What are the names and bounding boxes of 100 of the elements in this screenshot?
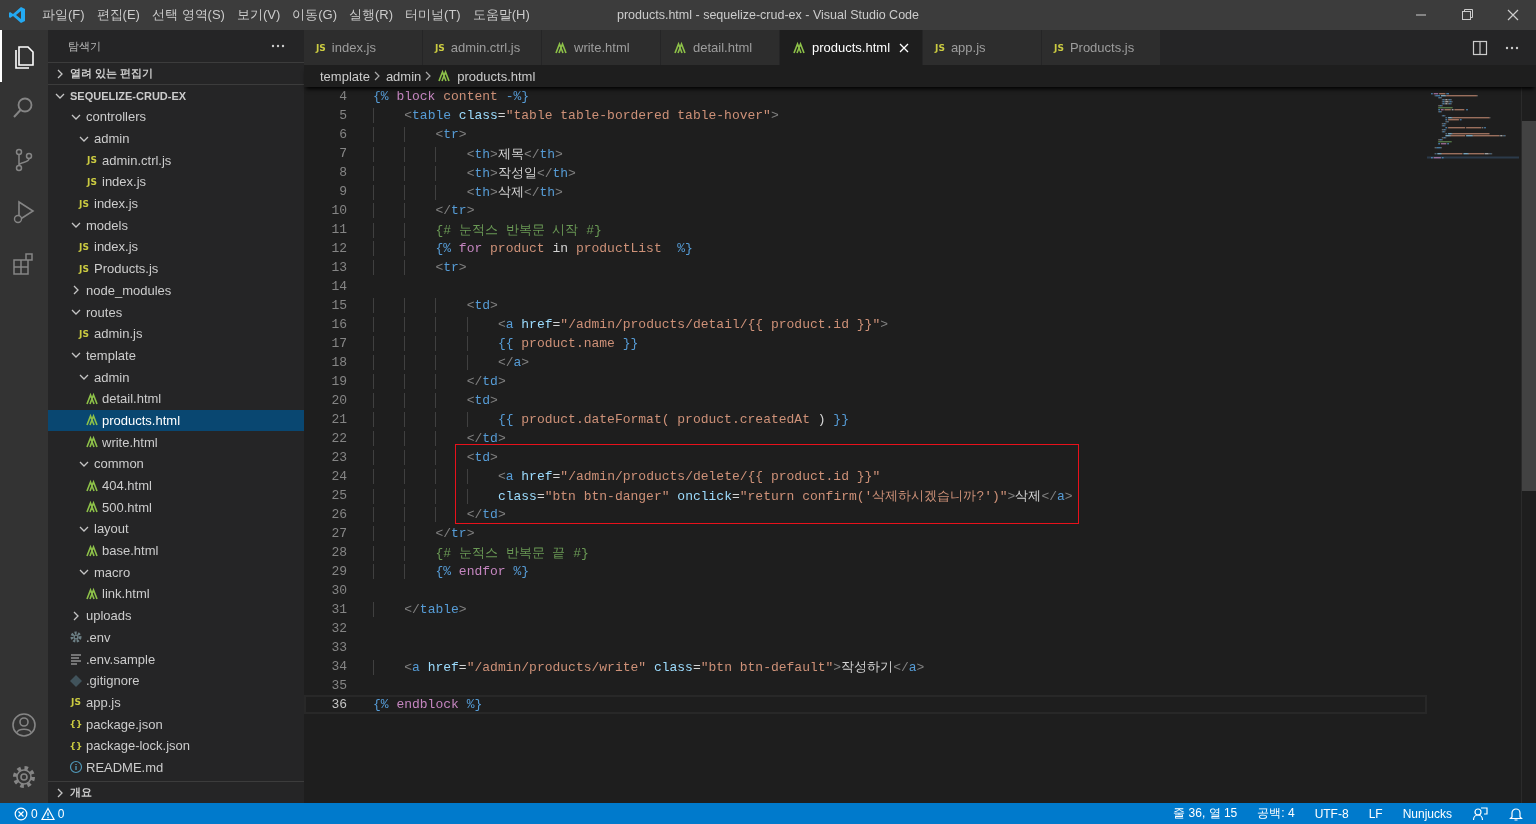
tree-item[interactable]: {} package.json bbox=[48, 713, 304, 735]
tree-item[interactable]: .gitignore bbox=[48, 669, 304, 692]
tree-item[interactable]: layout bbox=[48, 518, 304, 540]
menu-item[interactable]: 실행(R) bbox=[343, 0, 400, 30]
menu-item[interactable]: 파일(F) bbox=[36, 0, 91, 30]
code-line: <th>작성일</th> bbox=[373, 163, 576, 182]
tree-item[interactable]: JS app.js bbox=[48, 691, 304, 714]
tree-item[interactable]: 404.html bbox=[48, 474, 304, 497]
code-line: <table class="table table-bordered table-hover"> bbox=[373, 108, 779, 123]
editor-tab[interactable]: JS index.js bbox=[304, 30, 423, 65]
line-number: 28 bbox=[330, 545, 347, 560]
panel-title: 탐색기 bbox=[68, 38, 101, 54]
line-number: 35 bbox=[330, 678, 347, 693]
breadcrumb-item[interactable]: admin bbox=[385, 68, 422, 84]
status-item[interactable]: 공백: 4 bbox=[1257, 805, 1295, 822]
tree-item[interactable]: JS index.js bbox=[48, 236, 304, 258]
settings-icon[interactable] bbox=[10, 763, 38, 791]
window-title: products.html - sequelize-crud-ex - Visual Studio Code bbox=[617, 8, 919, 22]
code-line: <th>제목</th> bbox=[373, 144, 563, 163]
menu-item[interactable]: 선택 영역(S) bbox=[145, 0, 231, 30]
editor-tab[interactable]: products.html bbox=[780, 30, 924, 65]
line-number: 21 bbox=[330, 412, 347, 427]
tree-item[interactable]: .env bbox=[48, 626, 304, 649]
tree-item[interactable]: routes bbox=[48, 301, 304, 323]
status-count[interactable]: 0 bbox=[31, 806, 38, 821]
app-logo-icon bbox=[8, 6, 26, 24]
editor-tab[interactable]: JS app.js bbox=[923, 30, 1043, 65]
caret-pair-icon bbox=[85, 543, 99, 558]
breadcrumb-item[interactable]: products.html bbox=[437, 68, 536, 84]
tree-item[interactable]: JS admin.ctrl.js bbox=[48, 149, 304, 172]
code-line: {# 눈적스 반복문 시작 #} bbox=[373, 220, 602, 239]
tree-item[interactable]: admin bbox=[48, 366, 304, 388]
file-type-icon: JS bbox=[79, 197, 89, 210]
caret-pair-icon bbox=[85, 391, 99, 406]
scrollbar-thumb[interactable] bbox=[1522, 121, 1536, 491]
line-number: 27 bbox=[330, 526, 347, 541]
tree-item[interactable]: uploads bbox=[48, 604, 304, 627]
tree-item[interactable]: products.html bbox=[48, 409, 304, 432]
gear-icon bbox=[69, 630, 83, 645]
tree-item[interactable]: {} package-lock.json bbox=[48, 734, 304, 757]
code-line: </tr> bbox=[373, 526, 475, 541]
code-line: {% for product in productList %} bbox=[373, 241, 693, 256]
code-line: <a href="/admin/products/write" class="btn btn-default">작성하기</a> bbox=[373, 657, 925, 676]
section-header[interactable]: SEQUELIZE-CRUD-EX bbox=[48, 84, 304, 106]
menu-item[interactable]: 보기(V) bbox=[230, 0, 287, 30]
tree-item[interactable]: README.md bbox=[48, 756, 304, 779]
status-item[interactable]: Nunjucks bbox=[1402, 806, 1452, 821]
tree-item[interactable]: JS admin.js bbox=[48, 322, 304, 345]
split-editor-icon[interactable] bbox=[1472, 39, 1488, 56]
file-type-icon: {} bbox=[69, 739, 83, 752]
account-icon[interactable] bbox=[10, 711, 38, 739]
tree-item[interactable]: JS Products.js bbox=[48, 257, 304, 280]
bell-icon[interactable] bbox=[1508, 805, 1524, 822]
tree-item[interactable]: 500.html bbox=[48, 496, 304, 519]
tree-item[interactable]: common bbox=[48, 453, 304, 475]
tree-item[interactable]: JS index.js bbox=[48, 192, 304, 215]
editor-tab[interactable]: JS Products.js bbox=[1042, 30, 1162, 65]
caret-pair-icon bbox=[673, 40, 687, 55]
section-header[interactable]: 열려 있는 편집기 bbox=[48, 62, 304, 84]
editor-tab[interactable]: write.html bbox=[542, 30, 661, 65]
status-item[interactable]: 줄 36, 열 15 bbox=[1173, 805, 1238, 822]
line-number: 19 bbox=[330, 374, 347, 389]
tree-item[interactable]: template bbox=[48, 344, 304, 367]
tree-item[interactable]: .env.sample bbox=[48, 648, 304, 670]
line-number: 10 bbox=[330, 203, 347, 218]
line-number: 11 bbox=[330, 222, 347, 237]
tree-item[interactable]: models bbox=[48, 214, 304, 237]
status-count[interactable]: 0 bbox=[57, 806, 65, 821]
breadcrumb-item[interactable]: template bbox=[320, 68, 370, 84]
code-line: <a href="/admin/products/delete/{{ product.id }}" bbox=[373, 469, 881, 484]
file-type-icon: JS bbox=[316, 41, 326, 54]
tree-item[interactable]: admin bbox=[48, 127, 304, 150]
line-number: 20 bbox=[330, 393, 347, 408]
line-number: 24 bbox=[330, 469, 347, 484]
tree-item[interactable]: link.html bbox=[48, 583, 304, 605]
file-type-icon: JS bbox=[87, 175, 97, 188]
feedback-icon[interactable] bbox=[1472, 805, 1488, 822]
warning-icon bbox=[40, 806, 55, 821]
tree-item[interactable]: base.html bbox=[48, 539, 304, 562]
menu-item[interactable]: 편집(E) bbox=[90, 0, 146, 30]
tree-item[interactable]: JS index.js bbox=[48, 171, 304, 193]
line-number: 34 bbox=[330, 659, 347, 674]
line-number: 4 bbox=[338, 89, 347, 104]
tree-item[interactable]: detail.html bbox=[48, 387, 304, 410]
status-item[interactable]: LF bbox=[1368, 806, 1383, 821]
menu-item[interactable]: 도움말(H) bbox=[466, 0, 536, 30]
tree-item[interactable]: node_modules bbox=[48, 279, 304, 302]
editor-tab[interactable]: detail.html bbox=[661, 30, 780, 65]
tree-item[interactable]: macro bbox=[48, 561, 304, 584]
editor-tab[interactable]: JS admin.ctrl.js bbox=[423, 30, 542, 65]
tree-item[interactable]: write.html bbox=[48, 431, 304, 453]
caret-pair-icon bbox=[792, 40, 806, 55]
line-number: 33 bbox=[330, 640, 347, 655]
code-line: </table> bbox=[373, 602, 467, 617]
tree-item[interactable]: controllers bbox=[48, 106, 304, 128]
line-number: 31 bbox=[330, 602, 347, 617]
caret-pair-icon bbox=[85, 478, 99, 493]
status-item[interactable]: UTF-8 bbox=[1314, 806, 1349, 821]
menu-item[interactable]: 이동(G) bbox=[286, 0, 344, 30]
menu-item[interactable]: 터미널(T) bbox=[399, 0, 467, 30]
